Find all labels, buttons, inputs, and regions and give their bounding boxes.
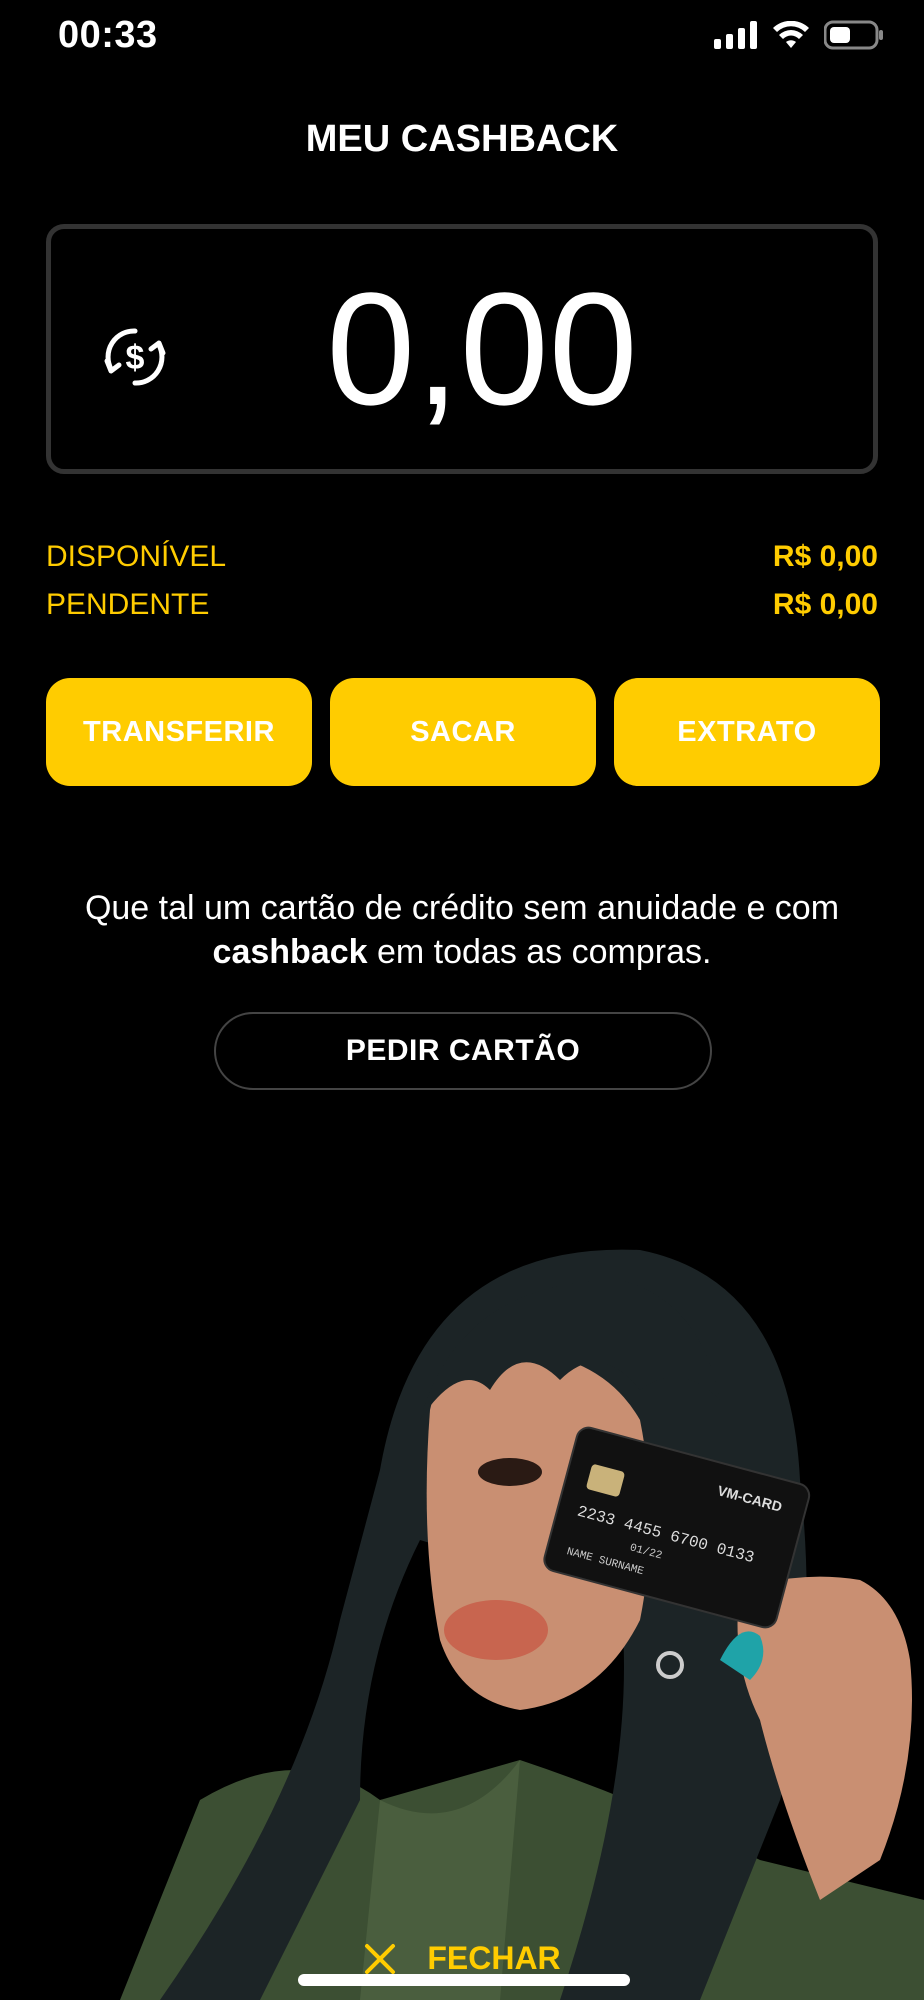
status-icons xyxy=(714,20,884,50)
pending-label: PENDENTE xyxy=(46,588,210,621)
withdraw-button[interactable]: SACAR xyxy=(330,678,596,786)
available-label: DISPONÍVEL xyxy=(46,540,227,573)
signal-icon xyxy=(714,21,757,49)
statement-button[interactable]: EXTRATO xyxy=(614,678,880,786)
promo-line2: em todas as compras. xyxy=(367,933,712,971)
wifi-icon xyxy=(773,21,809,48)
action-buttons: TRANSFERIR SACAR EXTRATO xyxy=(46,678,880,786)
promo-bold: cashback xyxy=(212,933,368,971)
pending-value: R$ 0,00 xyxy=(772,588,878,621)
battery-icon xyxy=(824,20,883,50)
status-bar: 00:33 xyxy=(0,0,924,80)
status-time: 00:33 xyxy=(58,14,158,56)
promo-text: Que tal um cartão de crédito sem anuidad… xyxy=(30,886,894,974)
home-indicator[interactable] xyxy=(298,1974,630,1986)
page-title: MEU CASHBACK xyxy=(305,118,619,160)
available-row: DISPONÍVEL R$ 0,00 xyxy=(46,540,878,574)
balance-value: 0,00 xyxy=(326,259,638,438)
hero-image: VM-CARD 2233 4455 6700 0133 01/22 NAME S… xyxy=(120,1249,924,2000)
close-icon xyxy=(365,1943,396,1974)
pending-row: PENDENTE R$ 0,00 xyxy=(46,588,878,622)
balance-card: $ 0,00 xyxy=(46,224,878,474)
transfer-button[interactable]: TRANSFERIR xyxy=(46,678,312,786)
available-value: R$ 0,00 xyxy=(772,540,878,573)
order-card-button[interactable]: PEDIR CARTÃO xyxy=(214,1012,712,1090)
close-label: FECHAR xyxy=(427,1940,561,1976)
promo-line1: Que tal um cartão de crédito sem anuidad… xyxy=(84,889,840,927)
close-button[interactable]: FECHAR xyxy=(0,1940,924,1977)
